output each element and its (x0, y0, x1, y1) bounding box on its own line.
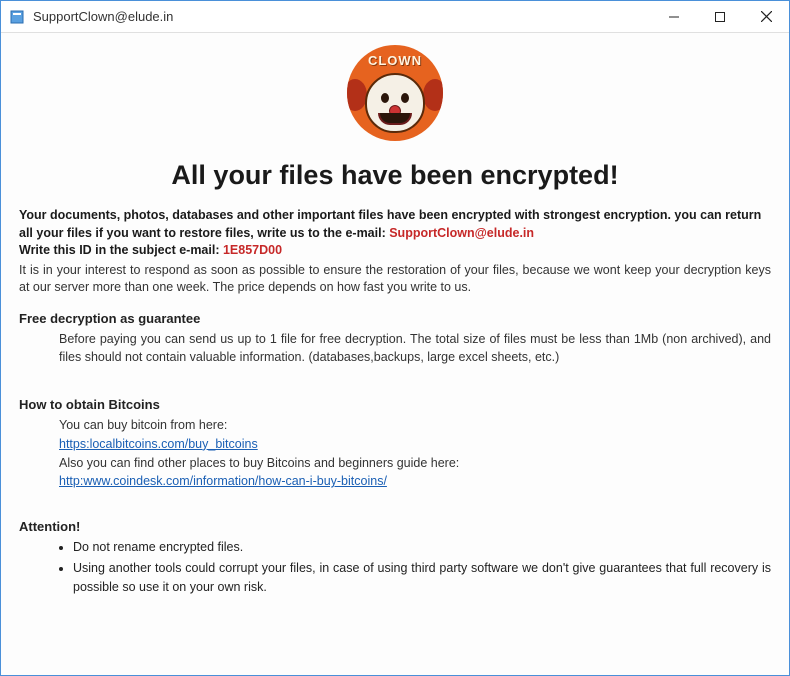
contact-email: SupportClown@elude.in (389, 226, 534, 240)
close-button[interactable] (743, 1, 789, 32)
attention-section: Attention! Do not rename encrypted files… (19, 519, 771, 596)
clown-logo-icon: CLOWN (347, 45, 443, 141)
attention-item: Do not rename encrypted files. (73, 538, 771, 557)
window-controls (651, 1, 789, 32)
bitcoin-link-2[interactable]: http:www.coindesk.com/information/how-ca… (59, 474, 387, 488)
intro-line2: Write this ID in the subject e-mail: (19, 243, 223, 257)
attention-title: Attention! (19, 519, 771, 534)
bitcoin-link-1[interactable]: https:localbitcoins.com/buy_bitcoins (59, 437, 258, 451)
main-heading: All your files have been encrypted! (19, 160, 771, 191)
bitcoins-body: You can buy bitcoin from here: https:loc… (19, 416, 771, 491)
guarantee-body: Before paying you can send us up to 1 fi… (19, 330, 771, 368)
bitcoins-line2: Also you can find other places to buy Bi… (59, 456, 459, 470)
attention-item: Using another tools could corrupt your f… (73, 559, 771, 597)
intro-text: Your documents, photos, databases and ot… (19, 207, 771, 260)
maximize-button[interactable] (697, 1, 743, 32)
window-title: SupportClown@elude.in (33, 9, 651, 24)
respond-text: It is in your interest to respond as soo… (19, 262, 771, 297)
content-area: CLOWN All your files have been encrypted… (1, 33, 789, 675)
bitcoins-title: How to obtain Bitcoins (19, 397, 771, 412)
app-window: SupportClown@elude.in CLOWN (0, 0, 790, 676)
bitcoins-section: How to obtain Bitcoins You can buy bitco… (19, 397, 771, 491)
guarantee-title: Free decryption as guarantee (19, 311, 771, 326)
titlebar: SupportClown@elude.in (1, 1, 789, 33)
bitcoins-line1: You can buy bitcoin from here: (59, 418, 227, 432)
subject-id: 1E857D00 (223, 243, 282, 257)
logo-container: CLOWN (19, 45, 771, 146)
logo-label: CLOWN (368, 53, 422, 68)
minimize-button[interactable] (651, 1, 697, 32)
attention-list: Do not rename encrypted files. Using ano… (19, 538, 771, 596)
guarantee-section: Free decryption as guarantee Before payi… (19, 311, 771, 368)
app-icon (9, 9, 25, 25)
